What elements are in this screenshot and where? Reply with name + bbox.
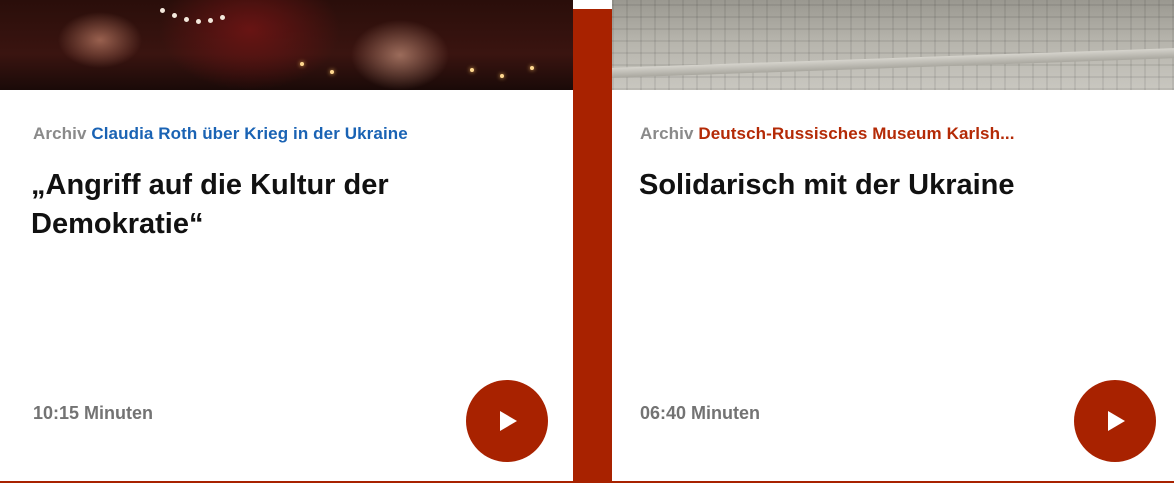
topic-label[interactable]: Claudia Roth über Krieg in der Ukraine <box>91 124 407 143</box>
topic-label[interactable]: Deutsch-Russisches Museum Karlsh... <box>698 124 1014 143</box>
play-button[interactable] <box>466 380 548 462</box>
teaser-row: Archiv Claudia Roth über Krieg in der Uk… <box>0 0 1174 483</box>
article-thumbnail[interactable] <box>612 0 1174 90</box>
bokeh-light <box>300 62 304 66</box>
pearl-decoration <box>220 15 225 20</box>
archive-label: Archiv <box>640 124 694 143</box>
divider-bar <box>573 9 612 483</box>
bokeh-light <box>530 66 534 70</box>
article-card-museum-karlshorst[interactable]: Archiv Deutsch-Russisches Museum Karlsh.… <box>612 0 1174 481</box>
duration-label: 06:40 Minuten <box>640 403 761 423</box>
bokeh-light <box>330 70 334 74</box>
bokeh-light <box>500 74 504 78</box>
article-card-claudia-roth[interactable]: Archiv Claudia Roth über Krieg in der Uk… <box>0 0 573 481</box>
pearl-decoration <box>208 18 213 23</box>
article-kicker: Archiv Claudia Roth über Krieg in der Uk… <box>33 124 408 144</box>
pavement-curb <box>612 48 1174 78</box>
pearl-decoration <box>160 8 165 13</box>
article-headline[interactable]: „Angriff auf die Kultur der Demokratie“ <box>31 166 541 244</box>
play-icon <box>500 411 517 431</box>
article-headline[interactable]: Solidarisch mit der Ukraine <box>639 166 1149 205</box>
article-thumbnail[interactable] <box>0 0 573 90</box>
bokeh-light <box>470 68 474 72</box>
duration-label: 10:15 Minuten <box>33 403 154 423</box>
play-icon <box>1108 411 1125 431</box>
archive-label: Archiv <box>33 124 87 143</box>
pearl-decoration <box>184 17 189 22</box>
article-kicker: Archiv Deutsch-Russisches Museum Karlsh.… <box>640 124 1015 144</box>
pearl-decoration <box>172 13 177 18</box>
play-button[interactable] <box>1074 380 1156 462</box>
pearl-decoration <box>196 19 201 24</box>
